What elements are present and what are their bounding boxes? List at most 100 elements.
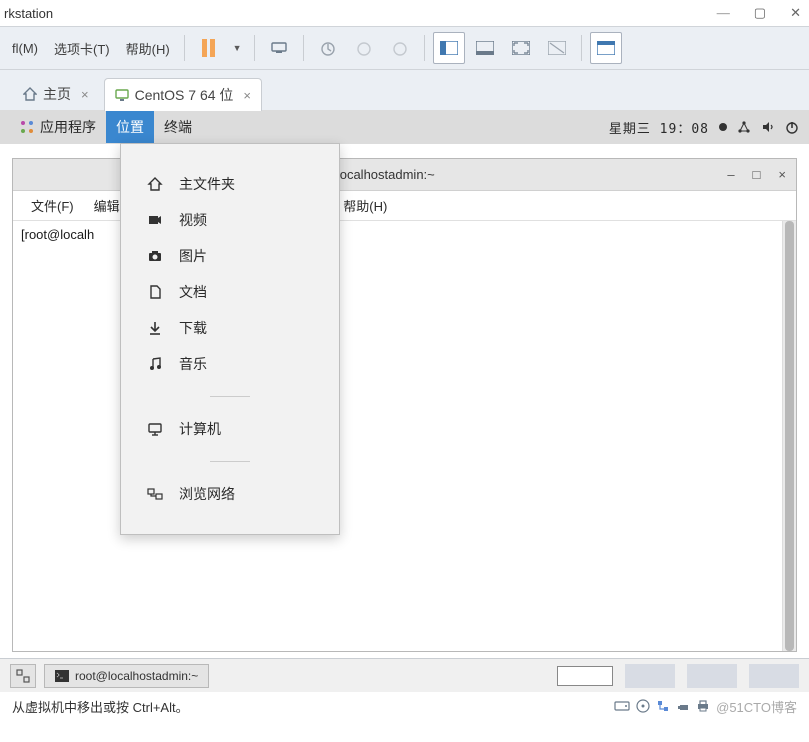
minimize-button[interactable]: – [727,167,734,182]
dropdown-computer-label: 计算机 [179,419,221,439]
dropdown-separator [210,461,250,462]
close-button[interactable]: × [778,167,786,182]
terminal-window-controls: – □ × [727,167,796,182]
close-icon[interactable]: × [81,87,89,102]
dropdown-pictures[interactable]: 图片 [121,238,339,274]
camera-icon [147,248,165,264]
view-console-button[interactable] [469,32,501,64]
dropdown-downloads[interactable]: 下载 [121,310,339,346]
send-ctrlaltdel-icon[interactable] [263,32,295,64]
status-dot-icon [719,123,727,131]
dropdown-home[interactable]: 主文件夹 [121,166,339,202]
dropdown-documents-label: 文档 [179,282,207,302]
separator [303,35,304,61]
usb-icon[interactable] [676,699,690,713]
menu-m[interactable]: fl(M) [6,37,44,60]
dropdown-music[interactable]: 音乐 [121,346,339,382]
apps-icon [20,120,34,134]
pause-dropdown-icon[interactable]: ▼ [229,43,246,53]
close-button[interactable]: ✕ [790,5,801,21]
view-fullscreen-button[interactable] [505,32,537,64]
dropdown-pictures-label: 图片 [179,246,207,266]
gnome-bottom-taskbar: root@localhostadmin:~ [0,658,809,692]
vm-icon [115,88,129,102]
tray-spacer [687,664,737,688]
dropdown-video-label: 视频 [179,210,207,230]
taskbar-terminal-button[interactable]: root@localhostadmin:~ [44,664,209,688]
download-icon [147,320,165,336]
separator [581,35,582,61]
separator [184,35,185,61]
snapshot-icon[interactable] [312,32,344,64]
dropdown-documents[interactable]: 文档 [121,274,339,310]
tab-vm[interactable]: CentOS 7 64 位 × [104,78,262,111]
status-tray: @51CTO博客 [614,697,797,716]
tab-vm-label: CentOS 7 64 位 [135,85,234,105]
dropdown-music-label: 音乐 [179,354,207,374]
menu-help[interactable]: 帮助(H) [120,35,176,62]
dropdown-downloads-label: 下载 [179,318,207,338]
terminal-label: 终端 [164,117,192,137]
dropdown-browse-network[interactable]: 浏览网络 [121,476,339,512]
dropdown-home-label: 主文件夹 [179,174,235,194]
places-dropdown: 主文件夹 视频 图片 文档 下载 音乐 计算机 浏览网络 [120,143,340,535]
dropdown-separator [210,396,250,397]
watermark-text: @51CTO博客 [716,697,797,716]
outer-window-titlebar: rkstation — ▢ ✕ [0,0,809,26]
menu-tabs[interactable]: 选项卡(T) [48,35,116,62]
terminal-menu[interactable]: 终端 [154,111,202,143]
window-title: rkstation [4,6,53,21]
tray-spacer [749,664,799,688]
minimize-button[interactable]: — [717,5,730,21]
places-label: 位置 [116,117,144,137]
tab-home[interactable]: 主页 × [12,77,100,110]
input-method-indicator[interactable] [557,666,613,686]
show-desktop-button[interactable] [10,664,36,688]
cd-icon[interactable] [636,699,650,713]
view-window-button[interactable] [590,32,622,64]
panel-status-area: 星期三 19：08 [609,118,799,137]
printer-icon[interactable] [696,699,710,713]
dropdown-computer[interactable]: 计算机 [121,411,339,447]
separator [254,35,255,61]
taskbar-terminal-label: root@localhostadmin:~ [75,669,198,683]
view-unity-button[interactable] [541,32,573,64]
window-controls: — ▢ ✕ [717,5,801,21]
power-icon[interactable] [785,120,799,134]
volume-icon[interactable] [761,120,775,134]
applications-label: 应用程序 [40,117,96,137]
main-toolbar: fl(M) 选项卡(T) 帮助(H) ▼ [0,26,809,70]
home-icon [23,87,37,101]
terminal-prompt: [root@localh [21,227,94,242]
video-icon [147,212,165,228]
home-folder-icon [147,176,165,192]
music-icon [147,356,165,372]
document-icon [147,284,165,300]
terminal-small-icon [55,670,69,682]
applications-menu[interactable]: 应用程序 [10,111,106,143]
maximize-button[interactable]: ▢ [754,5,766,21]
tab-bar: 主页 × CentOS 7 64 位 × [0,70,809,110]
pause-button[interactable] [193,32,225,64]
terminal-menu-help[interactable]: 帮助(H) [337,192,393,219]
terminal-scrollbar[interactable] [782,221,796,651]
vmware-status-bar: 从虚拟机中移出或按 Ctrl+Alt。 @51CTO博客 [0,692,809,720]
network-icon[interactable] [737,120,751,134]
status-hint: 从虚拟机中移出或按 Ctrl+Alt。 [12,697,189,716]
close-icon[interactable]: × [243,88,251,103]
scrollbar-thumb[interactable] [785,221,794,651]
manage-icon[interactable] [384,32,416,64]
network-browse-icon [147,486,165,502]
dropdown-browse-label: 浏览网络 [179,484,235,504]
view-sidebar-button[interactable] [433,32,465,64]
revert-icon[interactable] [348,32,380,64]
tab-home-label: 主页 [43,84,71,104]
maximize-button[interactable]: □ [753,167,761,182]
gnome-top-panel: 应用程序 位置 终端 星期三 19：08 [0,110,809,144]
separator [424,35,425,61]
dropdown-video[interactable]: 视频 [121,202,339,238]
clock-label[interactable]: 星期三 19：08 [609,118,709,137]
network-adapter-icon[interactable] [656,699,670,713]
disk-icon[interactable] [614,699,630,713]
terminal-menu-file[interactable]: 文件(F) [25,192,80,219]
